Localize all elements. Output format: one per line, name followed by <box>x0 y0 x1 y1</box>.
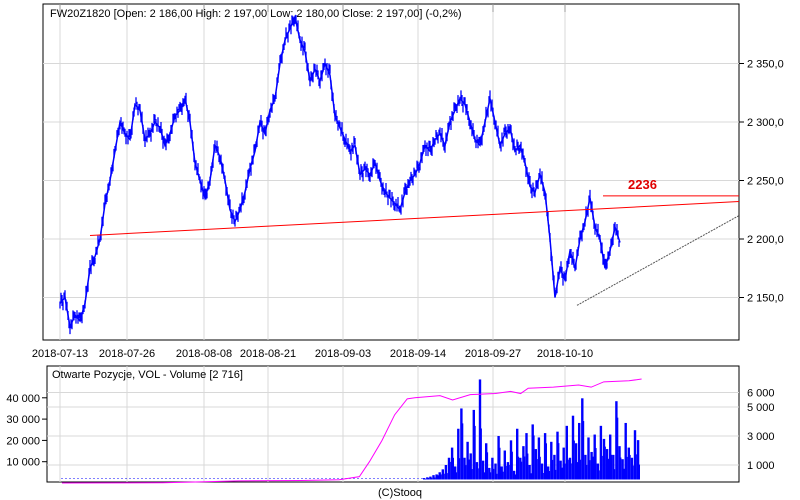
volume-bar <box>498 447 501 480</box>
volume-bar <box>554 469 557 480</box>
volume-bar <box>529 473 532 480</box>
volume-bar <box>548 471 551 480</box>
volume-bar <box>436 475 439 480</box>
volume-left-tick-label: 10 000 <box>6 457 40 469</box>
volume-bar <box>467 459 470 480</box>
volume-bar <box>526 453 529 480</box>
volume-bar <box>607 458 609 480</box>
volume-bar <box>557 443 560 480</box>
volume-bar <box>567 459 569 480</box>
volume-bar <box>551 459 554 480</box>
volume-bar <box>629 454 631 480</box>
volume-bar <box>517 456 520 480</box>
x-tick-label: 2018-09-27 <box>465 348 521 360</box>
volume-bar <box>495 473 498 480</box>
volume-bar <box>536 459 538 480</box>
x-tick-label: 2018-10-10 <box>537 348 593 360</box>
volume-chart-title: Otwarte Pozycje, VOL - Volume [2 716] <box>52 369 243 381</box>
volume-bar <box>449 461 451 480</box>
volume-bar <box>585 464 588 480</box>
volume-bar <box>424 478 427 480</box>
y-tick-label: 2 150,0 <box>747 293 784 305</box>
volume-bar <box>545 443 547 480</box>
volume-bar <box>619 457 622 480</box>
volume-bar <box>622 468 625 480</box>
x-tick-label: 2018-07-13 <box>32 348 88 360</box>
volume-bar <box>471 469 473 480</box>
volume-right-tick-label: 5 000 <box>747 402 775 414</box>
volume-bar <box>520 461 523 480</box>
volume-bar <box>508 464 510 480</box>
volume-bar <box>523 456 526 480</box>
volume-bar <box>505 465 507 480</box>
volume-bar <box>598 470 600 480</box>
volume-bar <box>576 462 578 480</box>
volume-bar <box>464 465 467 480</box>
volume-bar <box>616 417 619 480</box>
volume-bar <box>433 477 436 480</box>
volume-bar <box>474 425 476 480</box>
volume-bar <box>613 469 616 480</box>
volume-bar <box>570 463 572 480</box>
price-chart-title: FW20Z1820 [Open: 2 186,00 High: 2 197,00… <box>50 8 462 20</box>
volume-bar <box>601 455 603 480</box>
volume-bar <box>579 459 582 480</box>
volume-bar <box>511 451 513 480</box>
volume-left-tick-label: 40 000 <box>6 393 40 405</box>
volume-right-tick-label: 1 000 <box>747 460 775 472</box>
volume-bar <box>455 472 458 480</box>
volume-bar <box>427 477 430 480</box>
volume-bar <box>443 473 445 480</box>
volume-right-tick-label: 6 000 <box>747 388 775 400</box>
volume-bar <box>489 472 492 480</box>
volume-bar <box>480 428 482 480</box>
x-tick-label: 2018-08-08 <box>176 348 232 360</box>
x-tick-label: 2018-07-26 <box>99 348 155 360</box>
resistance-label: 2236 <box>628 177 657 192</box>
price-panel <box>42 3 740 341</box>
volume-bar <box>514 474 516 480</box>
volume-bar <box>564 463 566 480</box>
stooq-chart: FW20Z1820 [Open: 2 186,00 High: 2 197,00… <box>6 3 784 499</box>
y-tick-label: 2 300,0 <box>747 117 784 129</box>
volume-bar <box>582 421 585 480</box>
volume-bar <box>542 472 544 480</box>
x-tick-label: 2018-09-14 <box>390 348 446 360</box>
volume-bar <box>430 477 433 480</box>
x-tick-label: 2018-09-03 <box>315 348 371 360</box>
volume-bar <box>446 473 448 480</box>
volume-bar <box>632 465 634 480</box>
volume-bar <box>560 467 563 480</box>
y-tick-label: 2 250,0 <box>747 176 784 188</box>
volume-left-tick-label: 30 000 <box>6 414 40 426</box>
volume-bar <box>610 454 613 480</box>
volume-bar <box>635 454 637 480</box>
volume-bar <box>533 435 535 480</box>
volume-bar <box>486 452 489 480</box>
volume-bar <box>483 472 485 480</box>
volume-bar <box>458 458 461 480</box>
volume-bar <box>573 440 575 480</box>
x-tick-label: 2018-08-21 <box>240 348 296 360</box>
volume-bar <box>452 457 454 480</box>
volume-left-tick-label: 20 000 <box>6 435 40 447</box>
volume-bar <box>604 446 606 480</box>
footer-copyright: (C)Stooq <box>378 487 422 499</box>
volume-bar <box>638 464 640 480</box>
volume-bar <box>626 456 628 480</box>
volume-bar <box>588 460 591 480</box>
volume-bar <box>591 456 594 480</box>
volume-bar <box>502 471 504 480</box>
y-tick-label: 2 350,0 <box>747 59 784 71</box>
y-tick-label: 2 200,0 <box>747 234 784 246</box>
volume-right-tick-label: 3 000 <box>747 431 775 443</box>
volume-bar <box>477 468 479 480</box>
volume-bar <box>492 468 495 480</box>
volume-bar <box>595 448 597 480</box>
volume-bar <box>461 423 464 480</box>
volume-bar <box>539 456 541 480</box>
volume-bar <box>440 474 442 480</box>
